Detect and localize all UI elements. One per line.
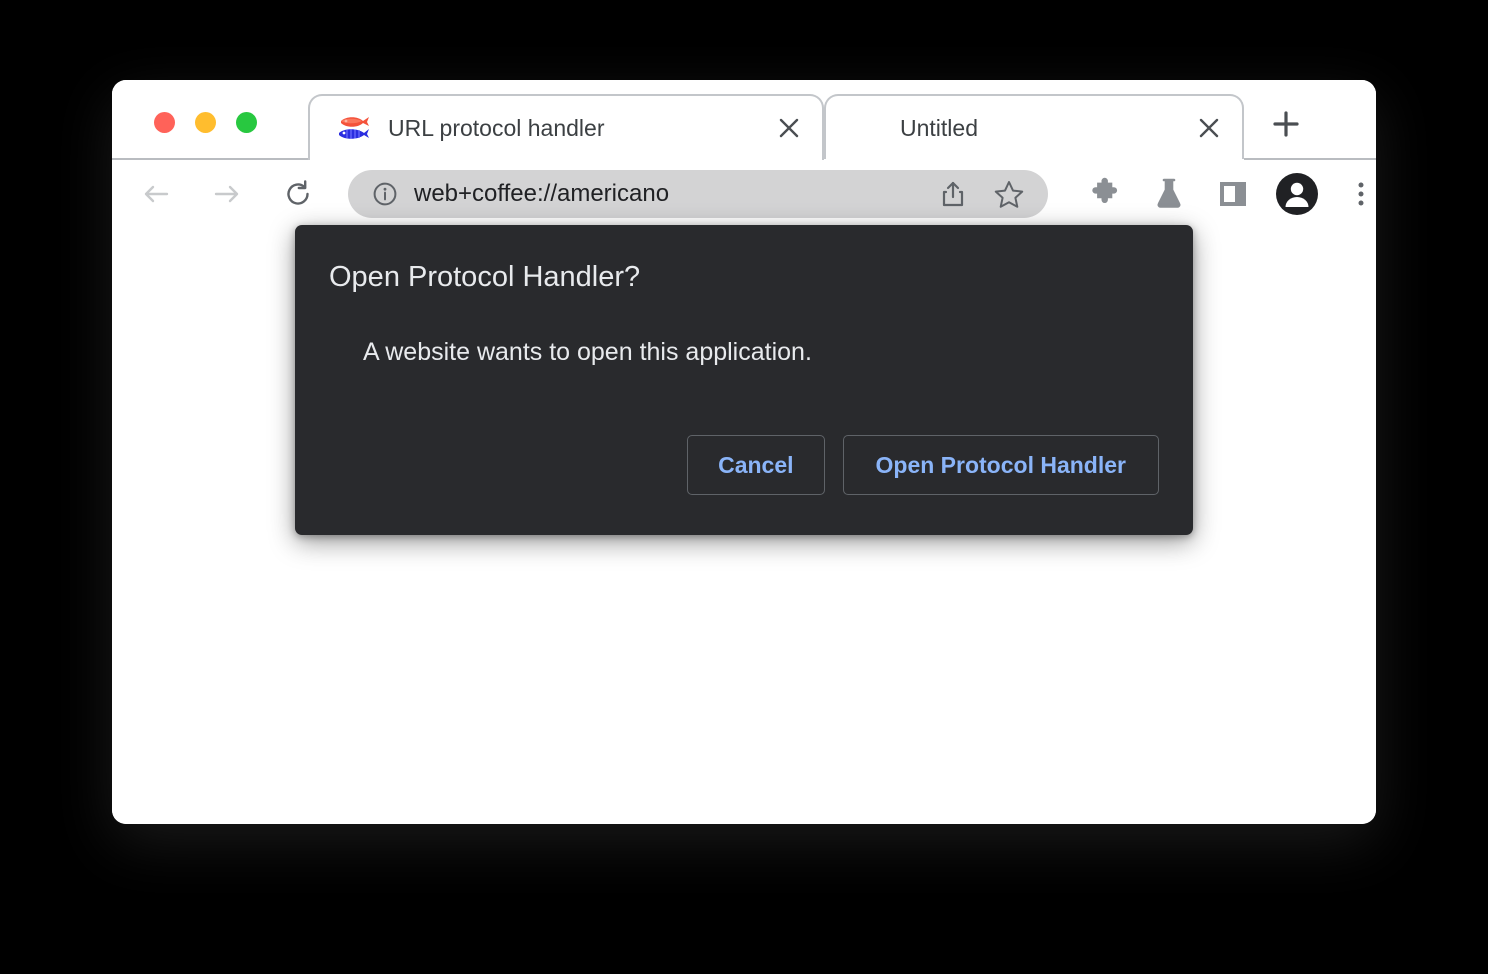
forward-button[interactable] (203, 170, 251, 218)
two-fish-icon (339, 117, 369, 139)
tab-strip: URL protocol handler Untitled (112, 80, 1376, 162)
tab-close-button[interactable] (1192, 111, 1226, 145)
more-menu-icon (1358, 182, 1364, 205)
extensions-icon (1092, 177, 1118, 203)
arrow-right-icon (214, 185, 239, 202)
back-button[interactable] (132, 170, 180, 218)
reload-button[interactable] (274, 170, 322, 218)
tab-untitled[interactable]: Untitled (824, 94, 1244, 162)
omnibox[interactable]: web+coffee://americano (348, 169, 1048, 218)
extensions-button[interactable] (1082, 171, 1128, 217)
arrow-left-icon (144, 185, 169, 202)
maximize-window-button[interactable] (236, 112, 257, 133)
tab-close-button[interactable] (772, 111, 806, 145)
open-protocol-handler-button[interactable]: Open Protocol Handler (842, 435, 1159, 495)
url-text[interactable]: web+coffee://americano (414, 180, 936, 208)
window-controls (154, 112, 257, 133)
flask-icon (1157, 178, 1181, 208)
cancel-button[interactable]: Cancel (687, 435, 825, 495)
toolbar-actions (1064, 171, 1376, 217)
open-protocol-handler-dialog: Open Protocol Handler? A website wants t… (295, 225, 1193, 535)
avatar-icon (1276, 172, 1318, 215)
profile-button[interactable] (1274, 171, 1320, 217)
info-circle-icon[interactable] (372, 181, 398, 207)
reload-icon (287, 179, 309, 205)
screen: URL protocol handler Untitled web+coffee… (0, 0, 1488, 974)
tab-title: URL protocol handler (388, 114, 605, 141)
more-menu-button[interactable] (1338, 171, 1376, 217)
side-panel-button[interactable] (1210, 171, 1256, 217)
browser-toolbar: web+coffee://americano (112, 160, 1376, 227)
plus-icon (1273, 111, 1299, 137)
dialog-actions: Cancel Open Protocol Handler (687, 435, 1159, 495)
close-window-button[interactable] (154, 112, 175, 133)
tab-title: Untitled (900, 114, 978, 141)
minimize-window-button[interactable] (195, 112, 216, 133)
new-tab-button[interactable] (1264, 102, 1308, 146)
close-icon (1199, 118, 1219, 138)
share-icon (942, 181, 964, 206)
tab-url-protocol-handler[interactable]: URL protocol handler (308, 94, 824, 160)
close-icon (779, 118, 799, 138)
share-button[interactable] (936, 177, 970, 211)
dialog-message: A website wants to open this application… (363, 338, 812, 366)
star-icon (994, 180, 1024, 208)
dialog-title: Open Protocol Handler? (329, 261, 641, 293)
experiments-button[interactable] (1146, 171, 1192, 217)
side-panel-icon (1220, 181, 1246, 206)
bookmark-button[interactable] (992, 177, 1026, 211)
